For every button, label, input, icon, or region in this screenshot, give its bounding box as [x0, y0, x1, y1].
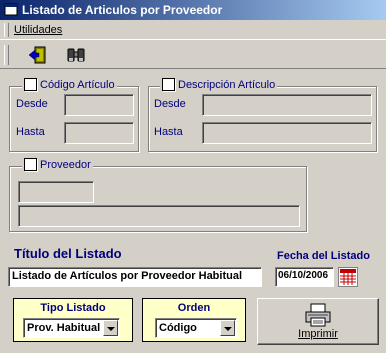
toolbar: [0, 41, 386, 69]
titulo-label: Título del Listado: [14, 246, 122, 261]
codigo-desde-field[interactable]: [64, 94, 134, 116]
imprimir-label: Imprimir: [298, 328, 338, 340]
tipo-listado-label: Tipo Listado: [40, 302, 106, 314]
menubar-grip: [4, 23, 9, 37]
proveedor-name-field[interactable]: [18, 205, 300, 227]
fecha-input[interactable]: 06/10/2006: [275, 267, 334, 287]
chevron-down-icon[interactable]: [103, 320, 118, 336]
descripcion-legend-label: Descripción Artículo: [178, 78, 276, 91]
tipo-listado-panel: Tipo Listado Prov. Habitual: [13, 298, 133, 342]
orden-label: Orden: [177, 302, 211, 314]
menu-utilidades[interactable]: Utilidades: [14, 24, 62, 36]
app-icon: [4, 3, 18, 16]
orden-value: Código: [159, 322, 197, 334]
orden-select[interactable]: Código: [155, 318, 237, 338]
descripcion-desde-field[interactable]: [202, 94, 372, 116]
descripcion-checkbox[interactable]: [162, 78, 175, 91]
window-title: Listado de Articulos por Proveedor: [22, 3, 223, 17]
descripcion-legend: Descripción Artículo: [160, 78, 278, 91]
tipo-listado-value: Prov. Habitual: [27, 322, 101, 334]
imprimir-button[interactable]: Imprimir: [257, 298, 379, 345]
window-titlebar: Listado de Articulos por Proveedor: [0, 0, 386, 20]
codigo-hasta-field[interactable]: [64, 122, 134, 144]
codigo-legend-label: Código Artículo: [40, 78, 115, 91]
descripcion-desde-label: Desde: [154, 98, 186, 110]
codigo-checkbox[interactable]: [24, 78, 37, 91]
proveedor-legend-label: Proveedor: [40, 158, 91, 171]
descripcion-hasta-field[interactable]: [202, 122, 372, 144]
tipo-listado-select[interactable]: Prov. Habitual: [23, 318, 120, 338]
binoculars-icon[interactable]: [64, 44, 88, 66]
codigo-legend: Código Artículo: [22, 78, 117, 91]
printer-icon: [305, 303, 331, 327]
menubar: Utilidades: [0, 20, 386, 40]
orden-panel: Orden Código: [142, 298, 246, 342]
exit-icon[interactable]: [26, 44, 50, 66]
proveedor-code-field[interactable]: [18, 181, 94, 203]
proveedor-checkbox[interactable]: [24, 158, 37, 171]
fecha-label: Fecha del Listado: [277, 250, 370, 262]
descripcion-hasta-label: Hasta: [154, 126, 183, 138]
codigo-hasta-label: Hasta: [16, 126, 45, 138]
toolbar-grip: [4, 45, 9, 65]
proveedor-legend: Proveedor: [22, 158, 93, 171]
titulo-input[interactable]: Listado de Artículos por Proveedor Habit…: [8, 267, 262, 287]
calendar-icon[interactable]: [338, 267, 358, 287]
chevron-down-icon[interactable]: [220, 320, 235, 336]
codigo-desde-label: Desde: [16, 98, 48, 110]
